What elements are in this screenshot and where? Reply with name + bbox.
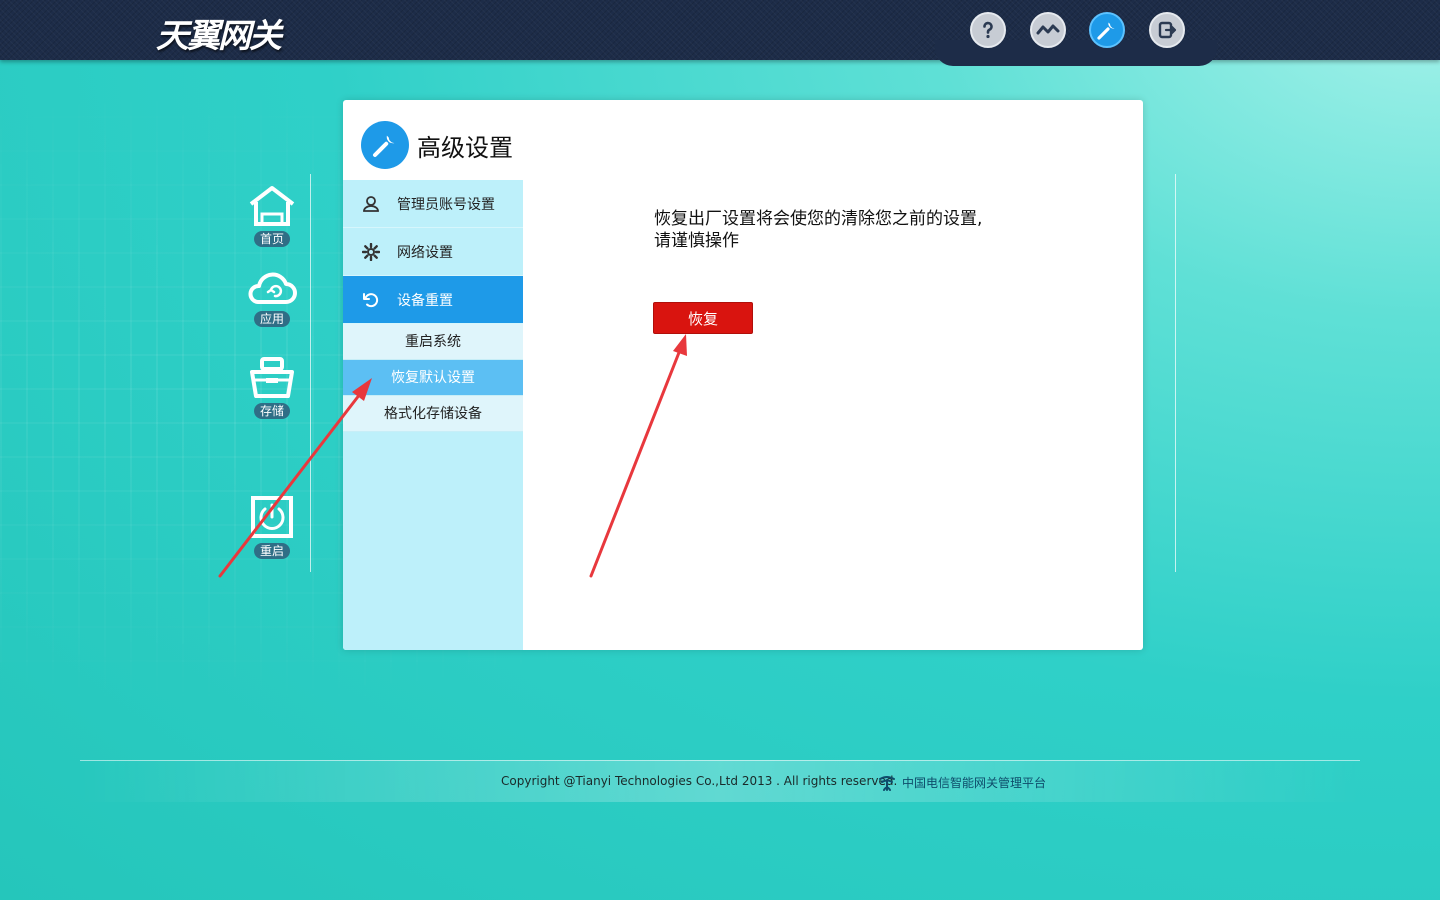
power-icon — [251, 496, 293, 538]
logout-icon[interactable] — [1149, 12, 1185, 48]
reset-icon — [361, 290, 381, 310]
side-item-label: 应用 — [253, 311, 290, 327]
storage-icon — [250, 357, 294, 398]
menu-item-label: 管理员账号设置 — [397, 196, 495, 213]
page-title: 高级设置 — [417, 133, 513, 162]
china-telecom-logo-icon — [879, 775, 895, 791]
divider-right — [1175, 174, 1176, 572]
menu-item-network[interactable]: 网络设置 — [343, 228, 523, 276]
side-item-label: 重启 — [253, 543, 290, 559]
footer-brand: 中国电信智能网关管理平台 — [878, 774, 1046, 791]
menu-item-device-reset[interactable]: 设备重置 — [343, 276, 523, 324]
restore-button[interactable]: 恢复 — [653, 302, 753, 334]
submenu-item-restore-defaults[interactable]: 恢复默认设置 — [343, 360, 523, 396]
menu-item-admin-account[interactable]: 管理员账号设置 — [343, 180, 523, 228]
copyright-text: Copyright @Tianyi Technologies Co.,Ltd 2… — [501, 774, 898, 788]
submenu-item-format-storage[interactable]: 格式化存储设备 — [343, 396, 523, 432]
settings-menu: 管理员账号设置 网络设置 设备重置 重启系统 恢复默认设置 格式化存储设备 — [343, 180, 523, 650]
advanced-settings-panel: 高级设置 管理员账号设置 网络设置 设备重置 重启系统 恢复默认设置 格式化存储… — [343, 100, 1143, 650]
menu-item-label: 网络设置 — [397, 244, 453, 261]
gear-icon — [361, 242, 381, 262]
side-item-storage[interactable]: 存储 — [240, 356, 304, 419]
side-item-apps[interactable]: 应用 — [240, 268, 304, 327]
app-logo: 天翼网关 — [156, 16, 282, 55]
wrench-icon — [361, 121, 409, 169]
side-item-reboot[interactable]: 重启 — [240, 494, 304, 559]
footer-brand-label: 中国电信智能网关管理平台 — [902, 776, 1047, 790]
warning-line-2: 请谨慎操作 — [654, 231, 739, 251]
menu-item-label: 设备重置 — [397, 292, 453, 309]
divider-left — [310, 174, 311, 572]
top-bar: 天翼网关 — [0, 0, 1440, 60]
side-item-label: 存储 — [253, 403, 290, 419]
submenu-item-reboot-system[interactable]: 重启系统 — [343, 324, 523, 360]
side-item-home[interactable]: 首页 — [240, 184, 304, 247]
home-icon — [249, 186, 295, 226]
side-item-label: 首页 — [253, 231, 290, 247]
warning-line-1: 恢复出厂设置将会使您的清除您之前的设置, — [654, 209, 983, 229]
status-icon[interactable] — [1030, 12, 1066, 48]
cloud-icon — [248, 272, 297, 304]
settings-wrench-icon[interactable] — [1089, 12, 1125, 48]
user-icon — [361, 194, 381, 214]
help-icon[interactable] — [970, 12, 1006, 48]
warning-message: 恢复出厂设置将会使您的清除您之前的设置, 请谨慎操作 — [654, 208, 1034, 252]
panel-header: 高级设置 — [361, 120, 513, 170]
